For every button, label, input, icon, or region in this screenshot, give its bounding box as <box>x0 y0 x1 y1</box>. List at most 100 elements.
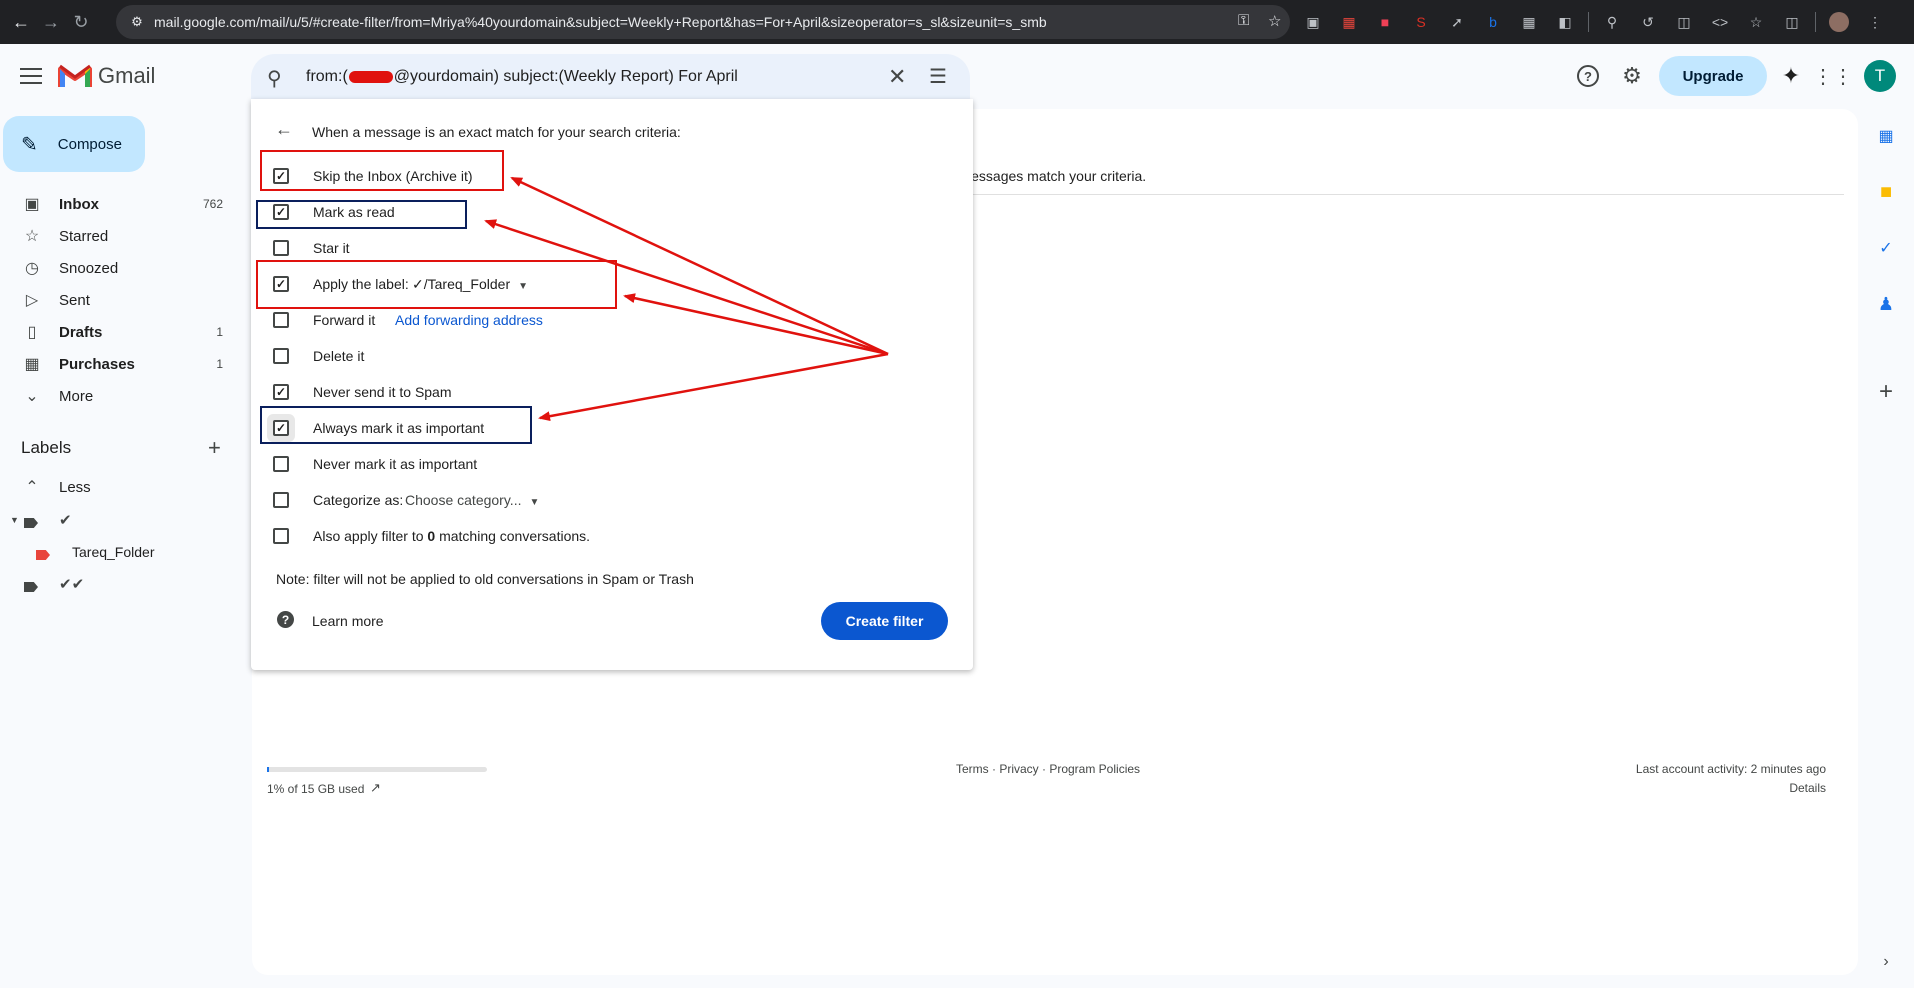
back-arrow-icon[interactable]: ← <box>275 119 293 140</box>
help-icon[interactable]: ? <box>1575 63 1601 89</box>
option-apply-existing[interactable]: Also apply filter to 0 matching conversa… <box>273 523 590 549</box>
search-options-icon[interactable]: ☰ <box>929 64 947 89</box>
create-label-icon[interactable]: + <box>208 435 221 461</box>
sidebar-item-more[interactable]: ⌄ More <box>0 380 240 412</box>
back-icon[interactable]: ← <box>6 7 36 37</box>
sidebar-label-check[interactable]: ▼ ✔ <box>0 504 240 536</box>
details-link[interactable]: Details <box>1789 781 1826 795</box>
search-icon[interactable]: ⚲ <box>267 66 282 91</box>
label-tag-icon <box>36 547 50 564</box>
apps-grid-icon[interactable]: ⋮⋮ <box>1813 63 1853 89</box>
search-query[interactable]: from:(@yourdomain) subject:(Weekly Repor… <box>306 68 738 86</box>
extension-icon[interactable]: ▦ <box>1516 9 1542 35</box>
site-info-icon[interactable]: ⚙ <box>128 13 146 31</box>
upgrade-button[interactable]: Upgrade <box>1659 56 1767 96</box>
labels-heading: Labels <box>21 438 72 457</box>
help-circle-icon[interactable]: ? <box>277 611 294 628</box>
learn-more-link[interactable]: Learn more <box>312 613 384 629</box>
option-label: Categorize as: <box>313 492 404 508</box>
checkbox-apply-existing[interactable] <box>273 528 289 544</box>
expand-arrow-icon[interactable]: ▼ <box>10 515 19 525</box>
extension-icon[interactable]: ▦ <box>1336 9 1362 35</box>
sidebar-label-tareq-folder[interactable]: Tareq_Folder <box>0 536 240 568</box>
search-bar[interactable]: ⚲ from:(@yourdomain) subject:(Weekly Rep… <box>251 54 970 100</box>
gemini-sparkle-icon[interactable]: ✦ <box>1778 63 1804 89</box>
dropdown-arrow-icon: ▼ <box>529 497 540 508</box>
expand-panel-icon[interactable]: › <box>1874 950 1898 974</box>
option-never-spam[interactable]: Never send it to Spam <box>273 379 452 405</box>
checkbox-never-important[interactable] <box>273 456 289 472</box>
option-forward-it[interactable]: Forward it Add forwarding address <box>273 307 543 333</box>
sidebar-item-label: Less <box>59 478 91 496</box>
contacts-icon[interactable]: ♟ <box>1874 292 1898 316</box>
settings-gear-icon[interactable]: ⚙ <box>1619 63 1645 89</box>
sidebar-item-purchases[interactable]: ▦ Purchases 1 <box>0 348 240 380</box>
storage-usage-text: 1% of 15 GB used <box>267 782 365 796</box>
browser-toolbar: ← → ↻ ⚙ mail.google.com/mail/u/5/#create… <box>0 0 1914 44</box>
sidebar-item-snoozed[interactable]: ◷ Snoozed <box>0 252 240 284</box>
url-text[interactable]: mail.google.com/mail/u/5/#create-filter/… <box>154 14 1194 30</box>
address-bar[interactable]: ⚙ mail.google.com/mail/u/5/#create-filte… <box>116 5 1290 39</box>
code-icon[interactable]: <> <box>1707 9 1733 35</box>
option-label: Forward it <box>313 312 376 328</box>
calendar-icon[interactable]: ▦ <box>1874 124 1898 148</box>
clear-search-icon[interactable]: ✕ <box>888 64 906 90</box>
tasks-icon[interactable]: ✓ <box>1874 236 1898 260</box>
sidebar-item-label: Starred <box>59 227 109 245</box>
option-delete-it[interactable]: Delete it <box>273 343 364 369</box>
footer-links[interactable]: Terms · Privacy · Program Policies <box>956 762 1140 776</box>
search-query-prefix: from:( <box>306 68 348 85</box>
extension-icon[interactable]: ➚ <box>1444 9 1470 35</box>
option-never-important[interactable]: Never mark it as important <box>273 451 477 477</box>
forward-icon[interactable]: → <box>36 7 66 37</box>
option-star-it[interactable]: Star it <box>273 235 350 261</box>
gmail-logo[interactable]: Gmail <box>58 63 155 89</box>
sidebar-item-label: Inbox <box>59 195 99 213</box>
sidebar-item-less[interactable]: ⌃ Less <box>0 471 240 503</box>
keep-icon[interactable]: ■ <box>1874 180 1898 204</box>
pocket-extension-icon[interactable]: ■ <box>1372 9 1398 35</box>
sidebar-item-label: Sent <box>59 291 90 309</box>
bookmarks-icon[interactable]: ☆ <box>1743 9 1769 35</box>
bookmark-star-icon[interactable]: ☆ <box>1268 12 1281 30</box>
camera-extension-icon[interactable]: ▣ <box>1300 9 1326 35</box>
sidebar-item-inbox[interactable]: ▣ Inbox 762 <box>0 188 240 220</box>
checkbox-categorize[interactable] <box>273 492 289 508</box>
sidebar-item-sent[interactable]: ▷ Sent <box>0 284 240 316</box>
puzzle-extensions-icon[interactable]: ◧ <box>1552 9 1578 35</box>
extensions-bar: ▣ ▦ ■ S ➚ b ▦ ◧ ⚲ ↺ ◫ <> ☆ ◫ ⋮ <box>1300 6 1888 38</box>
storage-progress-fill <box>267 767 270 772</box>
add-forwarding-address-link[interactable]: Add forwarding address <box>395 312 543 328</box>
main-menu-icon[interactable] <box>18 64 44 88</box>
checkbox-never-spam[interactable] <box>273 384 289 400</box>
sidebar-item-label: ✔ <box>59 512 72 529</box>
password-key-icon[interactable]: ⚿ <box>1238 12 1249 29</box>
sidebar-label-double-check[interactable]: ✔✔ <box>0 568 240 600</box>
create-filter-button[interactable]: Create filter <box>821 602 948 640</box>
extension-icon[interactable]: S <box>1408 9 1434 35</box>
location-pin-icon[interactable]: ⚲ <box>1599 9 1625 35</box>
reload-icon[interactable]: ↻ <box>66 7 96 37</box>
open-in-new-icon[interactable]: ↗ <box>370 780 381 796</box>
sidebar-item-label: ✔✔ <box>59 576 85 593</box>
sidebar-item-drafts[interactable]: ▯ Drafts 1 <box>0 316 240 348</box>
add-addon-icon[interactable]: + <box>1874 378 1898 405</box>
trash-icon[interactable]: ◫ <box>1779 9 1805 35</box>
account-avatar[interactable]: T <box>1864 60 1896 92</box>
checkbox-star-it[interactable] <box>273 240 289 256</box>
category-select-value: Choose category... <box>405 492 522 508</box>
category-select-dropdown[interactable]: Choose category... ▼ <box>405 492 539 508</box>
profile-icon[interactable] <box>1826 9 1852 35</box>
bing-extension-icon[interactable]: b <box>1480 9 1506 35</box>
compose-button[interactable]: ✎ Compose <box>3 116 145 172</box>
sidebar-item-starred[interactable]: ☆ Starred <box>0 220 240 252</box>
option-categorize[interactable]: Categorize as: Choose category... ▼ <box>273 487 539 513</box>
tab-search-icon[interactable]: ◫ <box>1671 9 1697 35</box>
checkbox-delete-it[interactable] <box>273 348 289 364</box>
purchases-count: 1 <box>216 357 223 371</box>
filter-intro-text: When a message is an exact match for you… <box>312 124 681 140</box>
compose-label: Compose <box>57 135 122 153</box>
history-icon[interactable]: ↺ <box>1635 9 1661 35</box>
browser-menu-icon[interactable]: ⋮ <box>1862 9 1888 35</box>
checkbox-forward-it[interactable] <box>273 312 289 328</box>
